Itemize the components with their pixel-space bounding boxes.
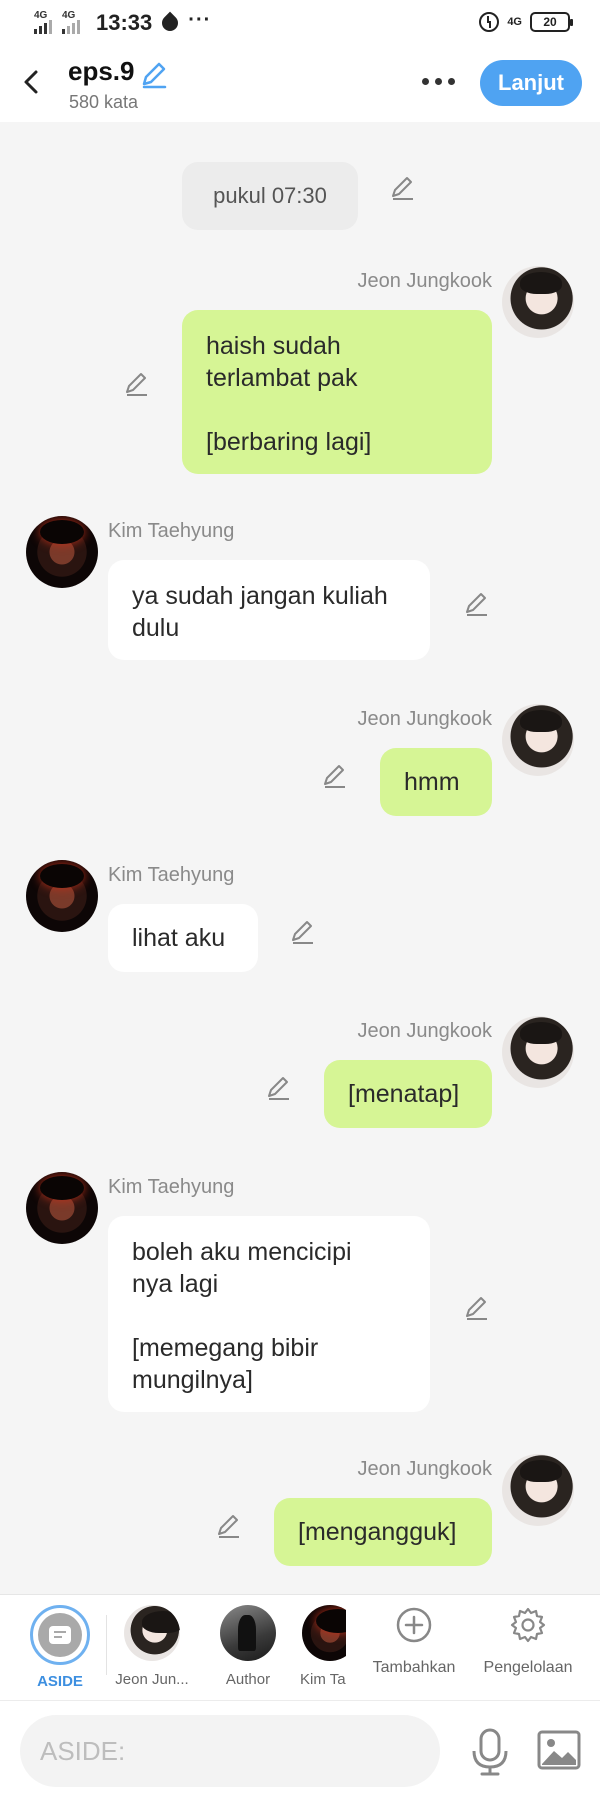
edit-title-pencil-icon[interactable] — [138, 58, 170, 90]
next-button[interactable]: Lanjut — [480, 60, 582, 106]
message-bubble[interactable]: [mengangguk] — [274, 1498, 492, 1566]
sender-name: Jeon Jungkook — [357, 1020, 492, 1042]
character-kim-taehyung[interactable]: Kim Ta — [300, 1605, 346, 1688]
manage-label: Pengelolaan — [483, 1659, 573, 1676]
avatar-kim-taehyung[interactable] — [302, 1605, 346, 1661]
image-icon[interactable] — [536, 1727, 582, 1773]
edit-pencil-icon[interactable] — [214, 1510, 244, 1540]
avatar-jeon-jungkook[interactable] — [502, 1454, 574, 1526]
leaf-icon — [158, 11, 182, 35]
sender-name: Kim Taehyung — [108, 1176, 235, 1198]
status-time: 13:33 — [96, 10, 153, 35]
input-bar — [0, 1700, 600, 1798]
manage-button[interactable]: Pengelolaan — [478, 1605, 578, 1677]
aside-note-icon — [49, 1626, 71, 1644]
battery-icon: 20 — [530, 12, 573, 32]
more-options-icon[interactable] — [416, 64, 460, 98]
time-marker[interactable]: pukul 07:30 — [182, 162, 358, 230]
network-4g-icon: 4G — [507, 16, 522, 28]
edit-pencil-icon[interactable] — [462, 1292, 492, 1322]
character-bar: ASIDE Jeon Jun... Author Kim Ta Tambahka… — [0, 1594, 600, 1700]
avatar-author[interactable] — [220, 1605, 276, 1661]
avatar-kim-taehyung[interactable] — [26, 860, 98, 932]
character-name: Kim Ta — [300, 1671, 346, 1688]
sender-name: Jeon Jungkook — [357, 1458, 492, 1480]
add-label: Tambahkan — [372, 1659, 456, 1676]
message-bubble[interactable]: hmm — [380, 748, 492, 816]
message-bubble[interactable]: lihat aku — [108, 904, 258, 972]
status-bar: 4G 4G 13:33 ··· 4G 20 — [0, 0, 600, 46]
avatar-jeon-jungkook[interactable] — [124, 1605, 180, 1661]
message-bubble[interactable]: boleh aku mencicipi nya lagi [memegang b… — [108, 1216, 430, 1412]
aside-circle[interactable] — [30, 1605, 90, 1665]
back-arrow-icon[interactable] — [16, 66, 48, 98]
aside-selector[interactable]: ASIDE — [30, 1605, 90, 1690]
sender-name: Kim Taehyung — [108, 864, 235, 886]
time-marker-text: pukul 07:30 — [213, 183, 327, 208]
avatar-kim-taehyung[interactable] — [26, 516, 98, 588]
character-name: Jeon Jun... — [115, 1671, 189, 1688]
character-author[interactable]: Author — [208, 1605, 288, 1688]
edit-pencil-icon[interactable] — [320, 760, 350, 790]
message-bubble[interactable]: ya sudah jangan kuliah dulu — [108, 560, 430, 660]
page-title: eps.9 — [68, 56, 135, 86]
more-notifications-icon: ··· — [188, 8, 212, 31]
avatar-jeon-jungkook[interactable] — [502, 704, 574, 776]
microphone-icon[interactable] — [468, 1727, 512, 1777]
signal-icon: 4G — [34, 10, 56, 34]
character-jeon-jungkook[interactable]: Jeon Jun... — [112, 1605, 192, 1688]
edit-pencil-icon[interactable] — [264, 1072, 294, 1102]
header: eps.9 580 kata Lanjut — [0, 46, 600, 122]
add-character-button[interactable]: Tambahkan — [372, 1605, 456, 1677]
avatar-kim-taehyung[interactable] — [26, 1172, 98, 1244]
sender-name: Jeon Jungkook — [357, 708, 492, 730]
signal-icon-2: 4G — [62, 10, 84, 34]
avatar-jeon-jungkook[interactable] — [502, 266, 574, 338]
aside-label: ASIDE — [37, 1673, 83, 1690]
message-bubble[interactable]: [menatap] — [324, 1060, 492, 1128]
add-circle-icon — [396, 1607, 432, 1643]
word-count: 580 kata — [69, 92, 139, 112]
gear-icon — [510, 1607, 546, 1643]
chat-area[interactable]: pukul 07:30 Jeon Jungkook haish sudah te… — [0, 122, 600, 1594]
message-bubble[interactable]: haish sudah terlambat pak [berbaring lag… — [182, 310, 492, 474]
sender-name: Kim Taehyung — [108, 520, 235, 542]
sender-name: Jeon Jungkook — [357, 270, 492, 292]
battery-level: 20 — [543, 15, 557, 29]
alarm-icon — [479, 12, 500, 32]
edit-pencil-icon[interactable] — [288, 916, 318, 946]
message-input[interactable] — [20, 1715, 440, 1787]
edit-pencil-icon[interactable] — [388, 172, 418, 202]
avatar-jeon-jungkook[interactable] — [502, 1016, 574, 1088]
character-name: Author — [225, 1671, 271, 1688]
edit-pencil-icon[interactable] — [122, 368, 152, 398]
divider — [106, 1615, 107, 1675]
edit-pencil-icon[interactable] — [462, 588, 492, 618]
